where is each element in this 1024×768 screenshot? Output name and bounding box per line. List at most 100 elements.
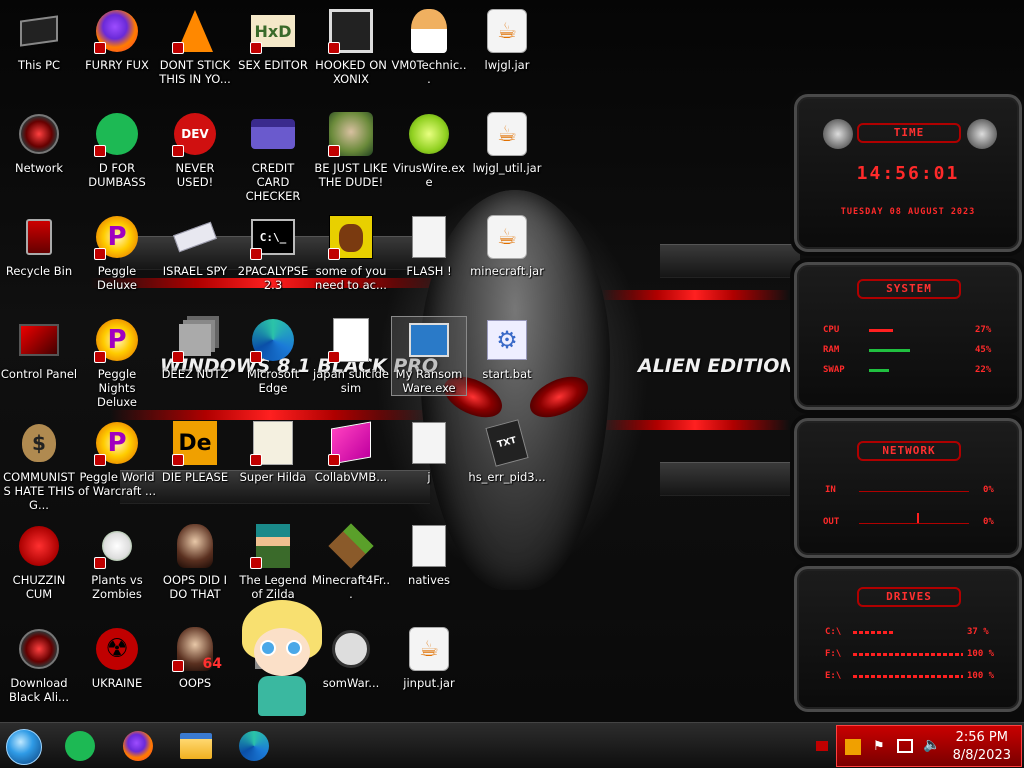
desktop-icon-lwjgl-util[interactable]: ☕ lwjgl_util.jar bbox=[468, 111, 546, 175]
vlc-cone-icon bbox=[172, 8, 218, 54]
java-icon: ☕ bbox=[484, 8, 530, 54]
volume-icon[interactable]: 🔈 bbox=[923, 737, 940, 753]
beaver-icon bbox=[328, 214, 374, 260]
start-button[interactable] bbox=[6, 729, 42, 765]
desktop-icon-d-for-dumbass[interactable]: D FOR DUMBASS bbox=[78, 111, 156, 189]
desktop-icon-communists[interactable]: $ COMMUNISTS HATE THIS G... bbox=[0, 420, 78, 512]
desktop-icon-oops-did-i[interactable]: OOPS DID I DO THAT bbox=[156, 523, 234, 601]
desktop-icon-peggle-wow[interactable]: P Peggle World of Warcraft ... bbox=[78, 420, 156, 498]
desktop-icon-hooked-on-xonix[interactable]: HOOKED ON XONIX bbox=[312, 8, 390, 86]
desktop-icon-peggle-nights[interactable]: P Peggle Nights Deluxe bbox=[78, 317, 156, 409]
icon-label: Network bbox=[14, 161, 64, 175]
icon-label: ISRAEL SPY bbox=[162, 264, 228, 278]
xonix-icon bbox=[328, 8, 374, 54]
icon-label: VM0Technic... bbox=[391, 58, 467, 86]
hxd-icon: HxD bbox=[250, 8, 296, 54]
desktop-icon-dont-stick[interactable]: DONT STICK THIS IN YO... bbox=[156, 8, 234, 86]
desktop-icon-super-hilda[interactable]: Super Hilda bbox=[234, 420, 312, 484]
desktop-icon-vm0technic[interactable]: VM0Technic... bbox=[390, 8, 468, 86]
desktop-icon-minecraft-jar[interactable]: ☕ minecraft.jar bbox=[468, 214, 546, 278]
control-panel-icon bbox=[16, 317, 62, 363]
desktop-icon-recycle-bin[interactable]: Recycle Bin bbox=[0, 214, 78, 278]
show-hidden-icons-button[interactable] bbox=[816, 741, 828, 751]
desktop-icon-some-of-you[interactable]: some of you need to ac... bbox=[312, 214, 390, 292]
folder-icon bbox=[406, 420, 452, 466]
tray-app-icon[interactable] bbox=[845, 739, 861, 755]
desktop-icon-japan-suicide[interactable]: japan suicide sim bbox=[312, 317, 390, 395]
desktop-icon-lwjgl[interactable]: ☕ lwjgl.jar bbox=[468, 8, 546, 72]
desktop-icon-peggle-deluxe[interactable]: P Peggle Deluxe bbox=[78, 214, 156, 292]
desktop-icon-control-panel[interactable]: Control Panel bbox=[0, 317, 78, 381]
system-row-bar bbox=[869, 329, 893, 332]
desktop-icon-minecraft4fr[interactable]: Minecraft4Fr... bbox=[312, 523, 390, 601]
icon-label: Microsoft Edge bbox=[246, 367, 300, 395]
desktop-icon-start-bat[interactable]: ⚙ start.bat bbox=[468, 317, 546, 381]
desktop-icon-furry-fux[interactable]: FURRY FUX bbox=[78, 8, 156, 72]
network-gadget[interactable]: NETWORK IN 0% OUT 0% bbox=[794, 418, 1022, 558]
system-row-value: 45% bbox=[975, 345, 992, 355]
java-icon: ☕ bbox=[484, 111, 530, 157]
gadget-date: TUESDAY 08 AUGUST 2023 bbox=[840, 207, 976, 217]
desktop-icon-credit-card[interactable]: CREDIT CARD CHECKER bbox=[234, 111, 312, 203]
desktop-icon-natives[interactable]: natives bbox=[390, 523, 468, 587]
icon-label: This PC bbox=[17, 58, 61, 72]
desktop-icon-be-just-like[interactable]: BE JUST LIKE THE DUDE! bbox=[312, 111, 390, 189]
desktop-icon-ukraine[interactable]: ☢ UKRAINE bbox=[78, 626, 156, 690]
desktop-icon-jinput[interactable]: ☕ jinput.jar bbox=[390, 626, 468, 690]
system-gadget[interactable]: SYSTEM CPU 27% RAM 45% SWAP 22% bbox=[794, 262, 1022, 410]
icon-label: The Legend of Zilda bbox=[239, 573, 307, 601]
icon-label: Control Panel bbox=[0, 367, 78, 381]
taskbar: ⚑ 🔈 2:56 PM 8/8/2023 bbox=[0, 722, 1024, 768]
network-icon[interactable] bbox=[897, 739, 913, 753]
desktop-icon-deez-nutz[interactable]: DEEZ NUTZ bbox=[156, 317, 234, 381]
desktop-icon-collabvm[interactable]: CollabVMB... bbox=[312, 420, 390, 484]
desktop-icon-chuzzin[interactable]: CHUZZIN CUM bbox=[0, 523, 78, 601]
taskbar-file-explorer-app[interactable] bbox=[178, 728, 214, 764]
icon-label: OOPS DID I DO THAT bbox=[162, 573, 228, 601]
taskbar-edge-app[interactable] bbox=[236, 728, 272, 764]
network-in-label: IN bbox=[825, 485, 836, 495]
desktop-icon-die-please[interactable]: De DIE PLEASE bbox=[156, 420, 234, 484]
icon-label: FLASH ! bbox=[406, 264, 452, 278]
desktop-icon-pvz[interactable]: Plants vs Zombies bbox=[78, 523, 156, 601]
desktop-icon-edge[interactable]: Microsoft Edge bbox=[234, 317, 312, 395]
system-row-label: SWAP bbox=[823, 365, 845, 375]
drive-row-label: E:\ bbox=[825, 671, 842, 681]
desktop-icon-hs-err[interactable]: TXT hs_err_pid3... bbox=[468, 419, 546, 484]
icon-label: lwjgl_util.jar bbox=[472, 161, 542, 175]
flag-icon[interactable]: ⚑ bbox=[873, 739, 885, 754]
desktop-icon-my-ransomware[interactable]: My Ransom Ware.exe bbox=[391, 316, 467, 396]
folder-icon bbox=[406, 214, 452, 260]
taskbar-spotify-app[interactable] bbox=[62, 728, 98, 764]
money-bag-icon: $ bbox=[16, 420, 62, 466]
desktop-icon-israel-spy[interactable]: ISRAEL SPY bbox=[156, 214, 234, 278]
icon-label: jinput.jar bbox=[403, 676, 455, 690]
network-out-spike bbox=[917, 513, 919, 523]
taskbar-firefox-app[interactable] bbox=[120, 728, 156, 764]
icon-label: HOOKED ON XONIX bbox=[315, 58, 387, 86]
desktop-icon-this-pc[interactable]: This PC bbox=[0, 8, 78, 72]
icon-label: DONT STICK THIS IN YO... bbox=[159, 58, 231, 86]
desktop-icon-network[interactable]: Network bbox=[0, 111, 78, 175]
drive-row-bar bbox=[853, 675, 963, 678]
desktop-icon-sex-editor[interactable]: HxD SEX EDITOR bbox=[234, 8, 312, 72]
taskbar-clock[interactable]: 2:56 PM 8/8/2023 bbox=[953, 729, 1011, 765]
time-gadget[interactable]: TIME 14:56:01 TUESDAY 08 AUGUST 2023 bbox=[794, 94, 1022, 252]
desktop-icon-flash[interactable]: FLASH ! bbox=[390, 214, 468, 278]
firefox-icon bbox=[94, 8, 140, 54]
desktop-icon-oops[interactable]: 64 OOPS bbox=[156, 626, 234, 690]
desktop-icon-2pacalypse[interactable]: C:\_ 2PACALYPSE 2.3 bbox=[234, 214, 312, 292]
drives-gadget[interactable]: DRIVES C:\ 37 % F:\ 100 % E:\ 100 % bbox=[794, 566, 1022, 712]
network-out-value: 0% bbox=[983, 517, 994, 527]
desktop-icon-zilda[interactable]: The Legend of Zilda bbox=[234, 523, 312, 601]
java-icon: ☕ bbox=[406, 626, 452, 672]
desktop-icon-viruswire[interactable]: VirusWire.exe bbox=[390, 111, 468, 189]
pixel-hero-icon bbox=[250, 523, 296, 569]
gadget-clock: 14:56:01 bbox=[856, 163, 960, 184]
icon-label: DEEZ NUTZ bbox=[161, 367, 229, 381]
desktop-icon-never-used[interactable]: DEV NEVER USED! bbox=[156, 111, 234, 189]
desktop-icon-j[interactable]: j bbox=[390, 420, 468, 484]
icon-label: Plants vs Zombies bbox=[91, 573, 143, 601]
desktop-icon-download-black-ali[interactable]: Download Black Ali... bbox=[0, 626, 78, 704]
network-in-value: 0% bbox=[983, 485, 994, 495]
